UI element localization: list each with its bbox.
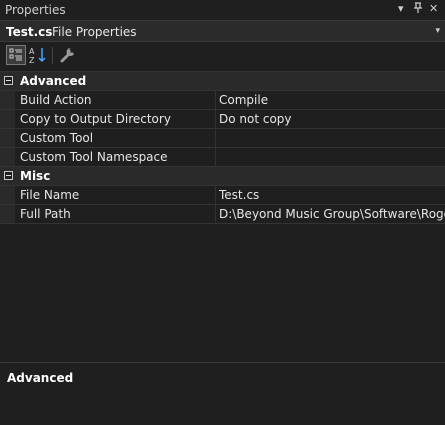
- description-title: Advanced: [7, 371, 74, 385]
- object-type: File Properties: [52, 25, 137, 39]
- property-row-full-path[interactable]: Full Path D:\Beyond Music Group\Software…: [0, 205, 445, 224]
- category-misc[interactable]: Misc: [0, 167, 445, 186]
- collapse-icon[interactable]: [4, 76, 13, 85]
- alphabetical-sort-button[interactable]: A Z: [28, 45, 48, 65]
- object-name: Test.cs: [6, 25, 53, 39]
- category-advanced[interactable]: Advanced: [0, 72, 445, 91]
- properties-toolbar: A Z: [0, 42, 445, 70]
- property-value[interactable]: D:\Beyond Music Group\Software\Rogord\: [219, 207, 445, 221]
- collapse-icon[interactable]: [4, 171, 13, 180]
- property-row-file-name[interactable]: File Name Test.cs: [0, 186, 445, 205]
- pin-icon[interactable]: [413, 2, 423, 14]
- category-label: Misc: [20, 169, 51, 183]
- window-options-chevron-icon[interactable]: ▾: [398, 2, 404, 15]
- property-name: Custom Tool Namespace: [20, 150, 168, 164]
- svg-text:A: A: [29, 47, 35, 56]
- category-label: Advanced: [20, 74, 87, 88]
- property-name: Custom Tool: [20, 131, 94, 145]
- property-value[interactable]: Test.cs: [219, 188, 445, 202]
- property-row-copy-to-output[interactable]: Copy to Output Directory Do not copy: [0, 110, 445, 129]
- property-row-custom-tool[interactable]: Custom Tool: [0, 129, 445, 148]
- svg-text:Z: Z: [29, 56, 35, 65]
- property-name: Copy to Output Directory: [20, 112, 171, 126]
- property-value[interactable]: Do not copy: [219, 112, 445, 126]
- property-pages-button[interactable]: [58, 45, 78, 65]
- close-icon[interactable]: ✕: [429, 2, 438, 15]
- categorized-view-button[interactable]: [6, 45, 26, 65]
- object-selector[interactable]: Test.cs File Properties ▾: [0, 20, 445, 42]
- property-row-custom-tool-namespace[interactable]: Custom Tool Namespace: [0, 148, 445, 167]
- chevron-down-icon[interactable]: ▾: [435, 26, 440, 36]
- toolbar-separator: [52, 47, 53, 64]
- sort-az-icon: A Z: [29, 47, 46, 65]
- property-name: Build Action: [20, 93, 92, 107]
- description-pane: Advanced: [0, 362, 445, 425]
- window-title: Properties: [5, 3, 66, 17]
- properties-titlebar: Properties ▾ ✕: [0, 0, 445, 20]
- property-name: File Name: [20, 188, 80, 202]
- property-value[interactable]: Compile: [219, 93, 445, 107]
- wrench-icon: [60, 47, 74, 63]
- property-name: Full Path: [20, 207, 71, 221]
- property-grid: Advanced Build Action Compile Copy to Ou…: [0, 71, 445, 362]
- property-row-build-action[interactable]: Build Action Compile: [0, 91, 445, 110]
- categorized-icon: [9, 48, 22, 61]
